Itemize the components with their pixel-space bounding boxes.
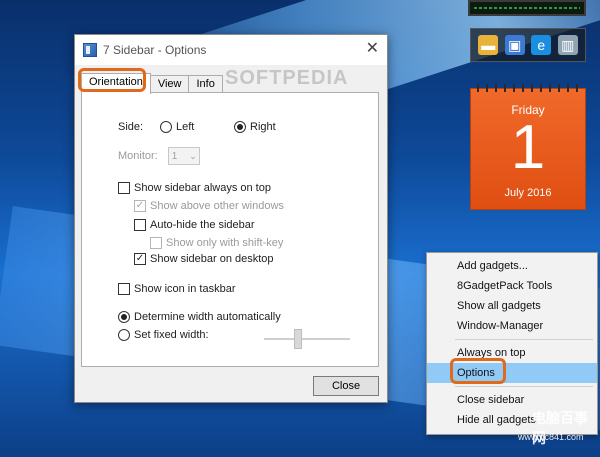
close-icon[interactable]: ✕ — [366, 41, 379, 57]
launcher-gadget: ▬ ▣ e ▥ — [470, 28, 586, 62]
monitor-label: Monitor: — [118, 150, 158, 162]
dialog-title: 7 Sidebar - Options — [103, 43, 207, 57]
shift-key-label: Show only with shift-key — [166, 237, 284, 249]
always-on-top-label: Show sidebar always on top — [134, 182, 271, 194]
cpu-meter-gadget[interactable] — [468, 0, 586, 16]
always-on-top-box[interactable] — [118, 182, 130, 194]
side-left-label: Left — [176, 121, 195, 133]
menu-separator — [455, 339, 593, 340]
width-slider-track[interactable] — [264, 338, 350, 340]
show-on-desktop-checkbox[interactable]: ✓ Show sidebar on desktop — [134, 253, 274, 265]
close-button[interactable]: Close — [313, 376, 379, 396]
menu-item-show-all-gadgets[interactable]: Show all gadgets — [427, 296, 597, 316]
side-right-label: Right — [250, 121, 276, 133]
menu-item-gadgetpack-tools[interactable]: 8GadgetPack Tools — [427, 276, 597, 296]
show-on-desktop-box[interactable]: ✓ — [134, 253, 146, 265]
computer-icon[interactable]: ▣ — [504, 35, 525, 55]
taskbar-icon-checkbox[interactable]: Show icon in taskbar — [118, 283, 236, 295]
always-on-top-checkbox[interactable]: Show sidebar always on top — [118, 182, 271, 194]
side-left-radio[interactable]: Left — [160, 121, 194, 133]
side-label: Side: — [118, 121, 144, 133]
auto-hide-box[interactable] — [134, 219, 146, 231]
width-slider-thumb[interactable] — [294, 329, 302, 349]
width-fixed-radio[interactable]: Set fixed width: — [118, 329, 209, 341]
calendar-month-year: July 2016 — [504, 187, 552, 199]
internet-explorer-icon[interactable]: e — [531, 35, 552, 55]
dialog-titlebar[interactable]: 7 Sidebar - Options ✕ — [75, 35, 387, 65]
calendar-gadget[interactable]: Friday 1 July 2016 — [470, 84, 586, 210]
brand-url: www.pc841.com — [518, 432, 584, 442]
calendar-binding-rings — [477, 84, 579, 92]
width-auto-radio-circle[interactable] — [118, 311, 130, 323]
orientation-panel: Side: Left Right Monitor: 1 ⌄ Show sideb… — [81, 92, 379, 367]
recycle-bin-icon[interactable]: ▥ — [557, 35, 578, 55]
width-auto-radio[interactable]: Determine width automatically — [118, 311, 281, 323]
auto-hide-checkbox[interactable]: Auto-hide the sidebar — [134, 219, 255, 231]
site-branding-watermark: 电脑百事网 www.pc841.com — [518, 404, 600, 454]
monitor-value: 1 — [171, 150, 178, 162]
above-other-windows-label: Show above other windows — [150, 200, 284, 212]
brand-text: 电脑百事网 — [532, 410, 588, 446]
width-fixed-radio-circle[interactable] — [118, 329, 130, 341]
menu-item-window-manager[interactable]: Window-Manager — [427, 316, 597, 336]
side-label-row: Side: — [118, 121, 143, 133]
monitor-select[interactable]: 1 ⌄ — [167, 147, 200, 165]
shift-key-checkbox[interactable]: Show only with shift-key — [150, 237, 283, 249]
shift-key-box[interactable] — [150, 237, 162, 249]
above-other-windows-box[interactable]: ✓ — [134, 200, 146, 212]
menu-separator — [455, 386, 593, 387]
taskbar-icon-label: Show icon in taskbar — [134, 283, 236, 295]
options-item-highlight — [450, 358, 506, 384]
watermark: SOFTPEDIA — [225, 67, 349, 89]
menu-item-add-gadgets[interactable]: Add gadgets... — [427, 256, 597, 276]
width-fixed-label: Set fixed width: — [134, 329, 209, 341]
monitor-row: Monitor: 1 ⌄ — [118, 147, 200, 165]
app-icon — [83, 43, 97, 57]
side-right-radio[interactable]: Right — [234, 121, 276, 133]
folder-icon[interactable]: ▬ — [478, 35, 499, 55]
width-auto-label: Determine width automatically — [134, 311, 281, 323]
auto-hide-label: Auto-hide the sidebar — [150, 219, 255, 231]
orientation-tab-highlight — [78, 68, 146, 92]
show-on-desktop-label: Show sidebar on desktop — [150, 253, 274, 265]
calendar-date: 1 — [510, 113, 546, 182]
side-left-radio-circle[interactable] — [160, 121, 172, 133]
above-other-windows-checkbox[interactable]: ✓ Show above other windows — [134, 200, 284, 212]
taskbar-icon-box[interactable] — [118, 283, 130, 295]
options-dialog: 7 Sidebar - Options ✕ SOFTPEDIA Orientat… — [74, 34, 388, 403]
chevron-down-icon: ⌄ — [189, 150, 197, 161]
side-right-radio-circle[interactable] — [234, 121, 246, 133]
